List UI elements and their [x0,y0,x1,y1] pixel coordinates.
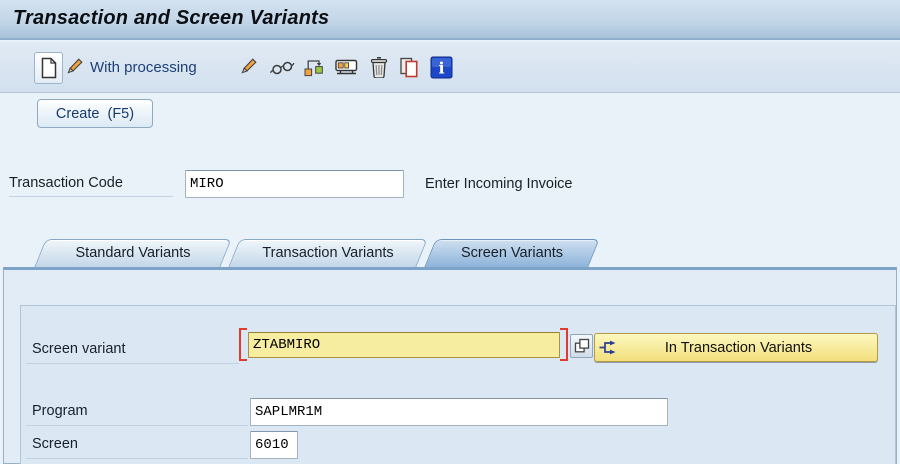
with-processing-button[interactable]: With processing [64,52,197,82]
tab-label: Transaction Variants [262,245,394,261]
screen-input[interactable] [250,431,298,459]
create-f5-button[interactable]: Create (F5) [37,99,153,128]
in-transaction-variants-label: In Transaction Variants [664,339,813,356]
screen-label: Screen [26,432,248,459]
screen-variant-input[interactable] [248,332,560,358]
in-transaction-variants-button[interactable]: In Transaction Variants [594,333,878,362]
assign-icon [304,60,323,77]
display-glasses-icon [270,61,295,74]
tab-label: Screen Variants [460,245,564,261]
tab-standard-variants[interactable]: Standard Variants [34,239,232,267]
info-button[interactable]: i [430,52,453,82]
test-screen-button[interactable] [335,52,358,82]
delete-trash-icon [370,57,388,78]
new-document-button[interactable] [34,52,63,84]
assign-button[interactable] [303,52,324,82]
matchcode-overlap-squares-icon [574,338,589,353]
title-bar: Transaction and Screen Variants [0,0,900,40]
program-input[interactable] [250,398,668,426]
screen-variant-label: Screen variant [26,336,239,364]
tab-label: Standard Variants [75,245,191,261]
info-icon: i [430,56,453,78]
with-processing-label: With processing [90,58,197,76]
transaction-code-input[interactable] [185,170,404,198]
application-toolbar: With processing i [0,42,900,93]
copy-icon [400,57,418,77]
copy-button[interactable] [399,52,419,82]
transaction-code-label: Transaction Code [9,171,173,197]
edit-pencil-icon [67,58,83,74]
edit-button[interactable] [238,52,258,82]
program-label: Program [26,399,248,426]
tab-screen-variants[interactable]: Screen Variants [424,239,600,267]
page-title: Transaction and Screen Variants [13,7,330,29]
delete-button[interactable] [369,52,389,82]
display-button[interactable] [270,52,295,82]
where-used-arrows-icon [599,340,616,355]
tab-transaction-variants[interactable]: Transaction Variants [228,239,428,267]
cursor-bracket-left [239,328,247,361]
test-screen-icon [335,59,358,74]
cursor-bracket-right [560,328,568,361]
new-document-icon [41,57,56,79]
transaction-description: Enter Incoming Invoice [425,176,573,192]
svg-text:i: i [438,58,444,77]
sap-window: Transaction and Screen Variants With pro… [0,0,900,464]
edit-pencil-icon [241,58,257,74]
matchcode-button[interactable] [570,334,593,358]
